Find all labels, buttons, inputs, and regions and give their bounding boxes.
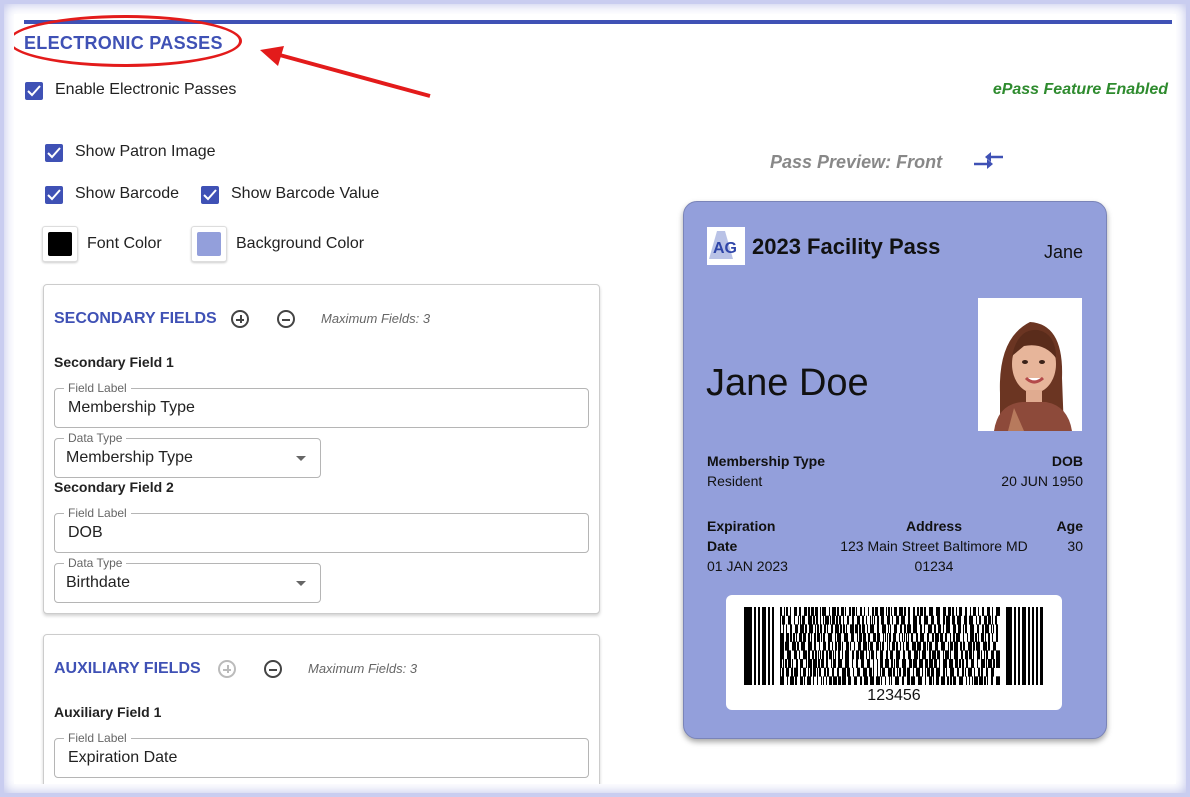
pass-auxiliary-value: 123 Main Street Baltimore MD	[840, 538, 1028, 554]
font-color-picker[interactable]	[42, 226, 78, 262]
show-patron-image-checkbox[interactable]	[45, 144, 63, 162]
barcode-image	[744, 607, 1043, 685]
auxiliary-field-1-heading: Auxiliary Field 1	[54, 704, 162, 720]
pass-auxiliary-label: Address	[905, 518, 963, 534]
pass-auxiliary-label: Date	[707, 538, 738, 554]
pass-header-name: Jane	[1043, 242, 1083, 262]
secondary-fields-card: SECONDARY FIELDS Maximum Fields: 3 Secon…	[43, 284, 600, 614]
auxiliary-fields-title: AUXILIARY FIELDS	[54, 660, 201, 677]
pass-preview-title: Pass Preview: Front	[770, 152, 943, 172]
pass-auxiliary-value: 30	[1067, 538, 1083, 554]
show-barcode-label: Show Barcode	[75, 185, 180, 202]
pass-title: 2023 Facility Pass	[752, 234, 941, 259]
data-type-value: Membership Type	[66, 449, 193, 466]
field-label-value: Membership Type	[68, 399, 195, 416]
patron-portrait-icon	[978, 298, 1082, 431]
dropdown-arrow-icon	[296, 456, 306, 461]
secondary-fields-title: SECONDARY FIELDS	[54, 310, 217, 327]
dropdown-arrow-icon	[296, 581, 306, 586]
pass-preview-card: AG 2023 Facility Pass Jane Jane Doe Memb…	[683, 201, 1107, 739]
field-label-legend: Field Label	[64, 506, 131, 520]
background-color-label: Background Color	[236, 235, 365, 252]
data-type-legend: Data Type	[64, 556, 127, 570]
background-color-swatch	[197, 232, 221, 256]
secondary-field-2-label-input[interactable]: Field Label DOB	[54, 506, 589, 553]
data-type-value: Birthdate	[66, 574, 131, 591]
flip-pass-icon[interactable]	[972, 150, 1006, 174]
epass-status-text: ePass Feature Enabled	[992, 81, 1168, 98]
show-barcode-value-checkbox[interactable]	[201, 186, 219, 204]
add-auxiliary-field-icon[interactable]	[218, 660, 236, 678]
data-type-legend: Data Type	[64, 431, 127, 445]
barcode-panel: 123456	[726, 595, 1062, 710]
barcode-value: 123456	[867, 687, 921, 704]
enable-electronic-passes-checkbox[interactable]	[25, 82, 43, 100]
show-barcode-checkbox[interactable]	[45, 186, 63, 204]
enable-electronic-passes-label: Enable Electronic Passes	[55, 81, 237, 98]
pass-primary-field: Jane Doe	[706, 362, 869, 404]
background-color-picker[interactable]	[191, 226, 227, 262]
annotation-oval	[14, 15, 242, 67]
field-label-legend: Field Label	[64, 731, 131, 745]
auxiliary-max-fields: Maximum Fields: 3	[308, 661, 418, 676]
pass-secondary-value: 20 JUN 1950	[1001, 473, 1083, 489]
svg-text:AG: AG	[713, 240, 737, 257]
field-label-value: DOB	[68, 524, 103, 541]
pass-auxiliary-label: Expiration	[707, 518, 776, 534]
add-secondary-field-icon[interactable]	[231, 310, 249, 328]
organization-logo: AG	[707, 227, 745, 265]
secondary-field-2-data-type-select[interactable]: Data Type Birthdate	[54, 556, 321, 603]
secondary-field-1-label-input[interactable]: Field Label Membership Type	[54, 381, 589, 428]
font-color-label: Font Color	[87, 235, 162, 252]
secondary-field-2-heading: Secondary Field 2	[54, 479, 174, 495]
show-patron-image-label: Show Patron Image	[75, 143, 216, 160]
pass-auxiliary-value: 01 JAN 2023	[707, 558, 788, 574]
secondary-field-1-heading: Secondary Field 1	[54, 354, 174, 370]
pass-auxiliary-value: 01234	[914, 558, 954, 574]
show-barcode-value-label: Show Barcode Value	[231, 185, 380, 202]
field-label-legend: Field Label	[64, 381, 131, 395]
font-color-swatch	[48, 232, 72, 256]
pass-secondary-value: Resident	[707, 473, 763, 489]
auxiliary-field-1-label-input[interactable]: Field Label Expiration Date	[54, 731, 589, 778]
check-icon	[203, 189, 217, 201]
secondary-max-fields: Maximum Fields: 3	[321, 311, 431, 326]
field-label-value: Expiration Date	[68, 749, 178, 766]
pass-secondary-label: Membership Type	[707, 453, 825, 469]
patron-photo	[978, 298, 1082, 431]
logo-icon: AG	[709, 231, 737, 259]
pass-secondary-label: DOB	[1051, 453, 1083, 469]
annotation-arrow-icon	[260, 46, 431, 98]
check-icon	[27, 85, 41, 97]
remove-auxiliary-field-icon[interactable]	[264, 660, 282, 678]
check-icon	[47, 147, 61, 159]
secondary-field-1-data-type-select[interactable]: Data Type Membership Type	[54, 431, 321, 478]
settings-page: ELECTRONIC PASSES Enable Electronic Pass…	[14, 14, 1176, 784]
auxiliary-fields-card: AUXILIARY FIELDS Maximum Fields: 3 Auxil…	[43, 634, 600, 784]
check-icon	[47, 189, 61, 201]
pass-auxiliary-label: Age	[1056, 518, 1083, 534]
remove-secondary-field-icon[interactable]	[277, 310, 295, 328]
